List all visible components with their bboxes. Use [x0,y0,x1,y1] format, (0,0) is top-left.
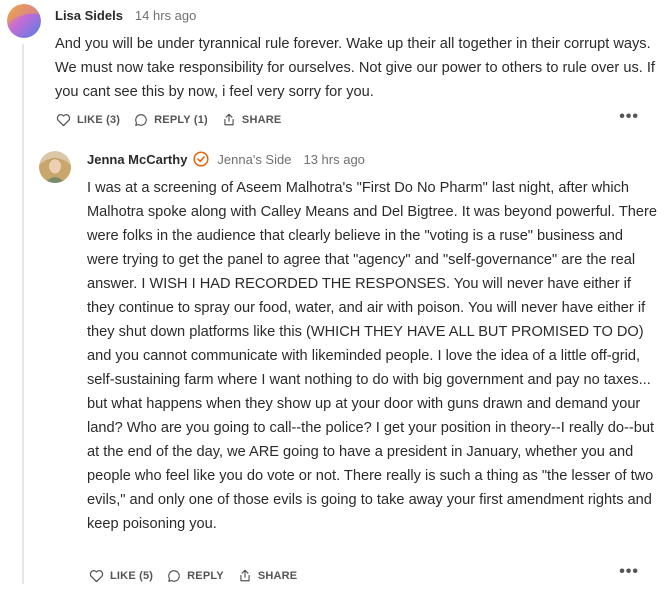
reply-label: REPLY (1) [154,113,208,126]
like-label: LIKE (5) [110,569,154,582]
share-label: SHARE [257,569,298,582]
share-label: SHARE [241,113,282,126]
comment-body: And you will be under tyrannical rule fo… [55,36,660,100]
author-name[interactable]: Lisa Sidels [55,8,123,23]
comment-body: I was at a screening of Aseem Malhotra's… [87,180,662,532]
speech-bubble-icon [168,569,180,582]
like-button[interactable]: LIKE (3) [56,113,120,127]
more-options-button[interactable]: ••• [619,108,639,126]
verified-check-icon [193,151,209,167]
thread-line [22,44,24,584]
heart-icon [56,113,71,126]
side-link[interactable]: Jenna's Side [217,152,291,167]
reply-button[interactable]: REPLY (1) [134,113,208,127]
share-icon [240,569,250,582]
more-options-button[interactable]: ••• [619,563,639,581]
like-label: LIKE (3) [77,113,121,126]
share-icon [224,113,234,126]
comment-meta: Lisa Sidels 14 hrs ago [55,8,196,23]
timestamp: 13 hrs ago [303,151,365,167]
like-button[interactable]: LIKE (5) [89,569,153,583]
speech-bubble-icon [135,113,147,126]
author-name[interactable]: Jenna McCarthy [87,152,187,167]
comment-actions: LIKE (5) REPLY SHARE [89,568,311,583]
avatar[interactable] [39,151,71,183]
comment-actions: LIKE (3) REPLY (1) SHARE [56,112,295,127]
reply-label: REPLY [187,569,224,582]
avatar[interactable] [7,4,41,38]
timestamp: 14 hrs ago [134,8,197,23]
reply-button[interactable]: REPLY [167,569,224,583]
heart-icon [89,569,104,582]
share-button[interactable]: SHARE [238,568,298,583]
comment-meta: Jenna McCarthy Jenna's Side 13 hrs ago [87,151,365,167]
share-button[interactable]: SHARE [222,112,282,127]
